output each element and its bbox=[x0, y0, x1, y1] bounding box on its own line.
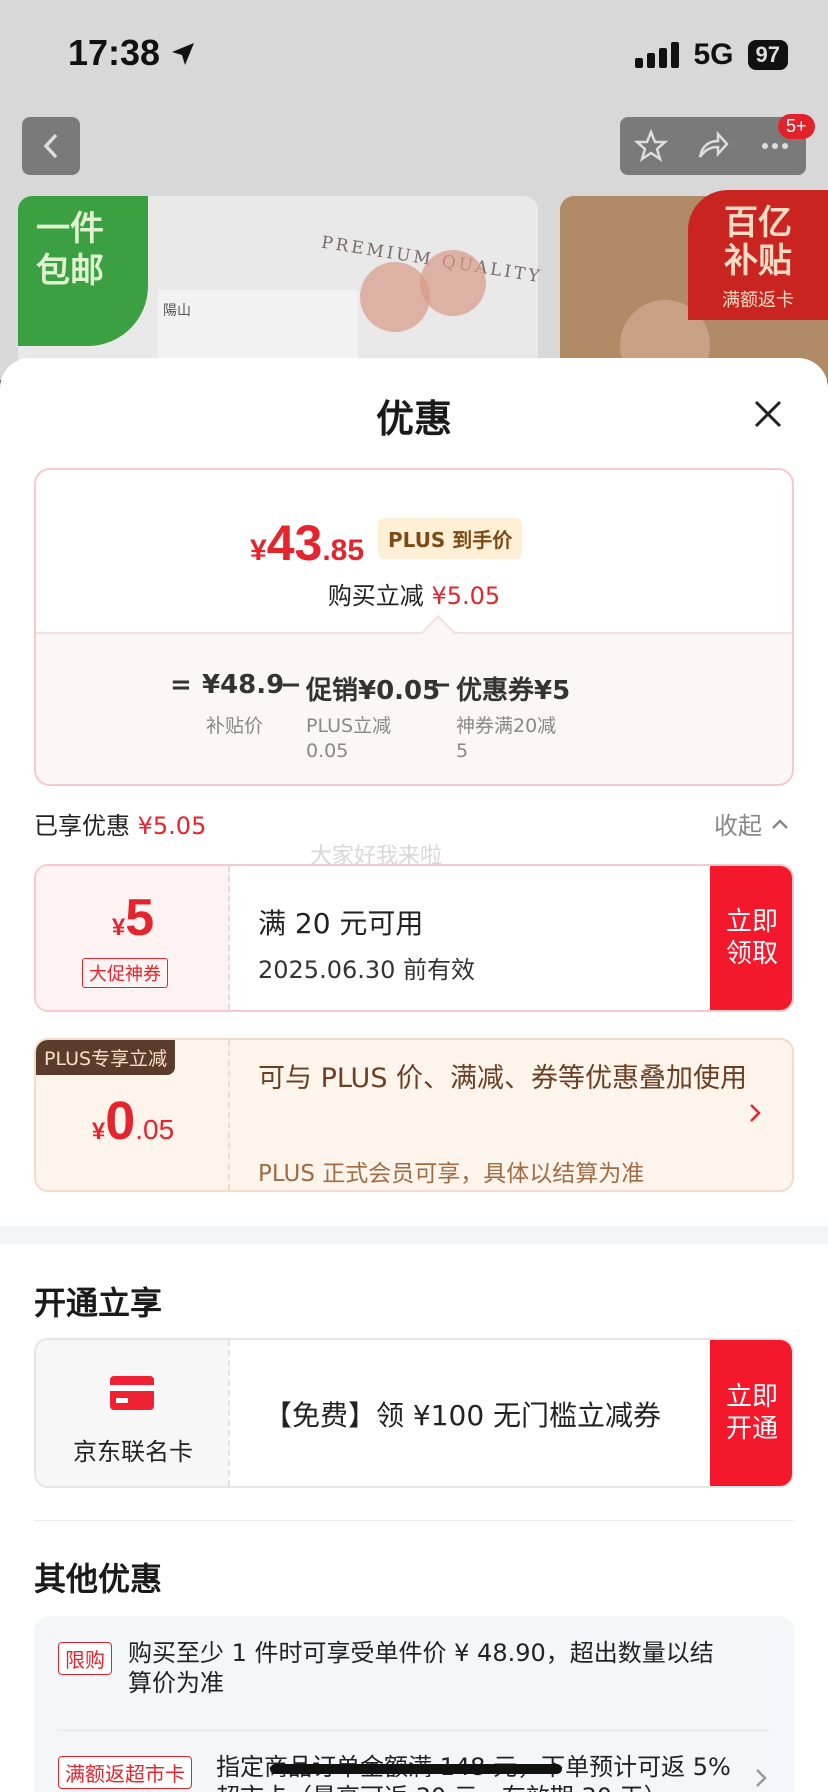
coupon-expiry: 2025.06.30 前有效 bbox=[258, 956, 476, 984]
free-shipping-badge: 一件 包邮 bbox=[18, 196, 148, 346]
other-section-title: 其他优惠 bbox=[34, 1560, 163, 1598]
enjoyed-amount: ¥5.05 bbox=[137, 812, 207, 840]
peach-image bbox=[360, 262, 430, 332]
network-label: 5G bbox=[693, 38, 734, 71]
subsidy-title: 百亿 补贴 bbox=[724, 203, 792, 281]
peach-image bbox=[420, 250, 486, 316]
card-name: 京东联名卡 bbox=[73, 1438, 193, 1466]
formula-equals: = bbox=[170, 670, 192, 700]
brand-stamp: 陽山 bbox=[163, 303, 191, 319]
list-separator bbox=[58, 1730, 770, 1731]
enjoyed-discount: 已享优惠 ¥5.05 bbox=[34, 806, 206, 841]
collapse-toggle[interactable]: 收起 bbox=[714, 806, 790, 841]
price-integer: 43 bbox=[266, 515, 323, 571]
cobrand-card-offer: 京东联名卡 【免费】领 ¥100 无门槛立减券 立即开通 bbox=[34, 1338, 794, 1488]
close-button[interactable] bbox=[748, 394, 788, 434]
save-label: 购买立减 bbox=[327, 582, 424, 610]
claim-coupon-label: 立即领取 bbox=[725, 907, 778, 969]
close-icon bbox=[754, 400, 782, 428]
open-card-button[interactable]: 立即开通 bbox=[710, 1340, 792, 1486]
base-price-note: 补贴价 bbox=[206, 715, 264, 737]
star-icon[interactable] bbox=[634, 129, 668, 163]
card-info-panel: 京东联名卡 bbox=[36, 1340, 230, 1486]
promo-note-line2: 0.05 bbox=[306, 740, 349, 762]
price-formula: = ¥48.9 − 促销¥0.05 − 优惠券¥5 bbox=[36, 670, 792, 710]
coupon-value-panel: ¥5 大促神券 bbox=[36, 866, 230, 1010]
product-page-background: 17:38 5G 97 5+ 一件 包邮 PREMIUM QUALITY 陽山 … bbox=[0, 0, 828, 380]
chevron-right-icon[interactable] bbox=[754, 1766, 768, 1792]
plus-price-tag: PLUS 到手价 bbox=[378, 518, 523, 559]
plus-value-panel: PLUS专享立减 ¥0.05 bbox=[36, 1040, 230, 1190]
sheet-title: 优惠 bbox=[375, 397, 452, 441]
plus-amount: ¥0.05 bbox=[36, 1090, 230, 1152]
status-indicators: 5G 97 bbox=[635, 38, 788, 72]
subsidy-badge: 百亿 补贴 满额返卡 bbox=[688, 190, 828, 320]
coupon-card: ¥5 大促神券 满 20 元可用 2025.06.30 前有效 立即领取 bbox=[34, 864, 794, 1012]
card-offer-text: 【免费】领 ¥100 无门槛立减券 bbox=[264, 1399, 662, 1432]
save-line: 购买立减 ¥5.05 bbox=[36, 576, 792, 611]
cashback-tag: 满额返超市卡 bbox=[58, 1756, 192, 1789]
collapse-label: 收起 bbox=[714, 812, 762, 840]
plus-currency: ¥ bbox=[91, 1118, 106, 1145]
plus-discount-card[interactable]: PLUS专享立减 ¥0.05 可与 PLUS 价、满减、券等优惠叠加使用 PLU… bbox=[34, 1038, 794, 1192]
plus-description: 可与 PLUS 价、满减、券等优惠叠加使用 bbox=[258, 1063, 748, 1094]
price-currency: ¥ bbox=[250, 534, 267, 567]
plus-decimal: .05 bbox=[135, 1114, 175, 1145]
final-price: ¥43.85 bbox=[250, 514, 364, 572]
coupon-note-line1: 神券满20减 bbox=[456, 715, 557, 737]
claim-coupon-button[interactable]: 立即领取 bbox=[710, 866, 792, 1010]
battery-icon: 97 bbox=[747, 40, 788, 70]
save-amount: ¥5.05 bbox=[431, 582, 501, 610]
open-section-title: 开通立享 bbox=[34, 1284, 163, 1322]
plus-ribbon: PLUS专享立减 bbox=[36, 1040, 176, 1075]
coupon-note: 神券满20减 5 bbox=[456, 714, 556, 764]
chevron-left-icon bbox=[43, 133, 58, 159]
section-divider bbox=[0, 1226, 828, 1244]
promo-note: PLUS立减 0.05 bbox=[306, 714, 391, 764]
formula-coupon: 优惠券¥5 bbox=[456, 676, 571, 706]
coupon-condition: 满 20 元可用 bbox=[258, 907, 424, 940]
back-button[interactable] bbox=[22, 117, 80, 175]
divider-line bbox=[34, 1520, 794, 1521]
coupon-note-line2: 5 bbox=[456, 740, 469, 762]
subsidy-subtitle: 满额返卡 bbox=[722, 290, 794, 311]
share-icon[interactable] bbox=[696, 129, 730, 163]
formula-minus: − bbox=[280, 670, 302, 700]
plus-integer: 0 bbox=[105, 1091, 136, 1151]
coupon-currency: ¥ bbox=[111, 914, 126, 941]
formula-promo: 促销¥0.05 bbox=[306, 676, 441, 706]
open-card-label: 立即开通 bbox=[725, 1382, 778, 1444]
coupon-value: 5 bbox=[125, 889, 155, 947]
signal-icon bbox=[635, 42, 680, 68]
formula-base-price: ¥48.9 bbox=[202, 670, 285, 700]
status-time: 17:38 bbox=[68, 32, 196, 74]
enjoyed-label: 已享优惠 bbox=[34, 812, 130, 840]
promo-note-line1: PLUS立减 bbox=[306, 715, 392, 737]
cart-badge: 5+ bbox=[778, 114, 815, 139]
discount-sheet: 优惠 ¥43.85 PLUS 到手价 购买立减 ¥5.05 = ¥48.9 − … bbox=[0, 358, 828, 1792]
price-breakdown-card: ¥43.85 PLUS 到手价 购买立减 ¥5.05 = ¥48.9 − 促销¥… bbox=[34, 468, 794, 786]
limit-tag: 限购 bbox=[58, 1642, 112, 1675]
limit-text: 购买至少 1 件时可享受单件价 ¥ 48.90，超出数量以结算价为准 bbox=[128, 1639, 714, 1697]
coupon-amount: ¥5 bbox=[36, 888, 230, 948]
plus-note: PLUS 正式会员可享，具体以结算为准 bbox=[258, 1161, 645, 1187]
location-arrow-icon bbox=[172, 43, 195, 65]
home-indicator bbox=[270, 1764, 562, 1774]
credit-card-icon bbox=[110, 1376, 154, 1410]
formula-minus: − bbox=[430, 670, 452, 700]
chevron-right-icon bbox=[748, 1102, 762, 1130]
price-decimal: .85 bbox=[322, 534, 365, 567]
chevron-up-icon bbox=[772, 818, 788, 829]
coupon-type-tag: 大促神券 bbox=[82, 958, 168, 988]
status-bar: 17:38 5G 97 bbox=[0, 0, 828, 110]
